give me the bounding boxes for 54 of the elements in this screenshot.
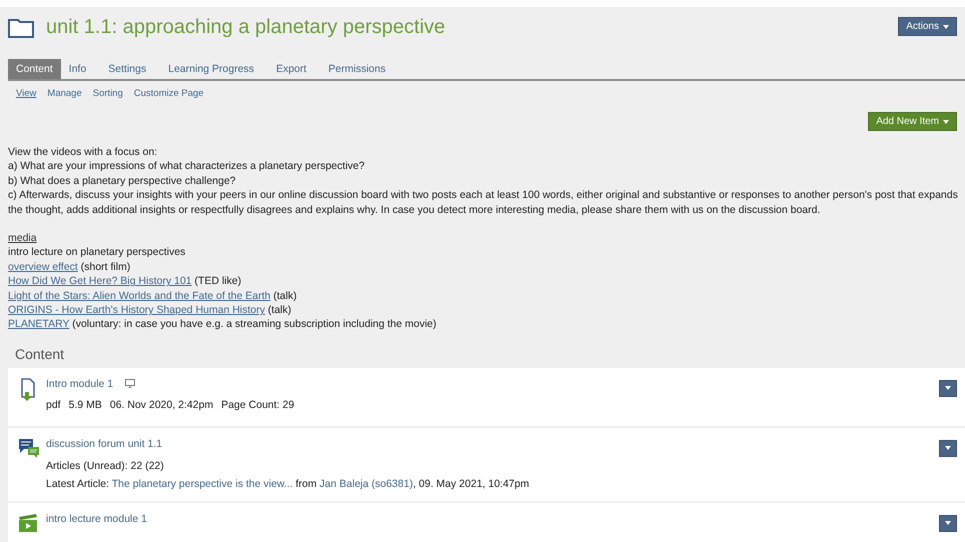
info-link[interactable]: The planetary perspective is the view... bbox=[112, 478, 293, 490]
item-title[interactable]: intro lecture module 1 bbox=[46, 512, 147, 525]
actions-button[interactable]: Actions bbox=[898, 17, 957, 36]
add-new-item-button[interactable]: Add New Item bbox=[868, 112, 957, 131]
folder-icon bbox=[8, 18, 34, 38]
monitor-icon bbox=[125, 379, 136, 388]
media-link[interactable]: Light of the Stars: Alien Worlds and the Fate of the Earth bbox=[8, 290, 270, 302]
item-title[interactable]: discussion forum unit 1.1 bbox=[46, 438, 162, 450]
media-heading[interactable]: media bbox=[8, 232, 37, 244]
caret-icon bbox=[943, 24, 949, 28]
item-actions-button[interactable] bbox=[939, 440, 957, 457]
caret-icon bbox=[945, 386, 951, 390]
file-download-icon bbox=[18, 378, 36, 402]
subtab[interactable]: View bbox=[16, 88, 36, 99]
tab[interactable]: Content bbox=[8, 59, 61, 79]
media-line: ORIGINS - How Earth's History Shaped Human History (talk) bbox=[8, 303, 292, 318]
media-link[interactable]: How Did We Get Here? Big History 101 bbox=[8, 275, 192, 288]
description-text: c) Afterwards, discuss your insights with your peers in our online discussion board with two posts each at least 100 words, either original and substantive or responses to another person's post that expands the thought, adds additional insights or respectfully disagrees and explains why. In case you detect more interesting media, please share them with us on the discussion board. bbox=[8, 188, 959, 218]
subtab[interactable]: Sorting bbox=[92, 88, 123, 99]
tab[interactable]: Permissions bbox=[320, 59, 394, 79]
item-property: 5.9 MB bbox=[68, 398, 102, 411]
item-property: Page Count: 29 bbox=[221, 398, 294, 411]
media-line: intro lecture on planetary perspectives bbox=[8, 245, 186, 260]
description-text: a) What are your impressions of what characterizes a planetary perspective? bbox=[8, 159, 366, 174]
item-info-text: Latest Article: The planetary perspective is the view... from Jan Baleja (so6381), 09. May 2021, 10:47pm bbox=[46, 476, 530, 491]
tab[interactable]: Learning Progress bbox=[160, 59, 262, 79]
tab[interactable]: Info bbox=[60, 59, 94, 79]
caret-icon bbox=[945, 446, 951, 450]
caret-icon bbox=[945, 521, 951, 526]
page-title: unit 1.1: approaching a planetary perspective bbox=[46, 16, 446, 39]
subtab[interactable]: Customize Page bbox=[134, 88, 204, 99]
clapperboard-icon bbox=[18, 512, 38, 533]
media-link[interactable]: PLANETARY bbox=[8, 318, 70, 330]
item-actions-button[interactable] bbox=[939, 380, 957, 397]
tab[interactable]: Settings bbox=[100, 59, 154, 79]
media-line: Light of the Stars: Alien Worlds and the Fate of the Earth (talk) bbox=[8, 288, 298, 304]
item-info-text: Articles (Unread): 22 (22) bbox=[46, 458, 165, 473]
media-link[interactable]: ORIGINS - How Earth's History Shaped Human History bbox=[8, 304, 265, 316]
chat-bubbles-icon bbox=[18, 438, 40, 458]
description-text: b) What does a planetary perspective challenge? bbox=[8, 174, 237, 188]
caret-icon bbox=[943, 120, 949, 124]
item-actions-button[interactable] bbox=[939, 514, 957, 532]
subtab[interactable]: Manage bbox=[47, 88, 82, 99]
tab[interactable]: Export bbox=[268, 59, 314, 79]
section-heading: Content bbox=[15, 346, 66, 362]
media-line: PLANETARY (voluntary: in case you have e.g. a streaming subscription including the movie) bbox=[8, 317, 438, 332]
media-line: overview effect (short film) bbox=[8, 260, 132, 274]
media-line: How Did We Get Here? Big History 101 (TED like) bbox=[8, 274, 242, 289]
item-property: 06. Nov 2020, 2:42pm bbox=[110, 398, 214, 411]
info-link[interactable]: Jan Baleja (so6381) bbox=[320, 478, 413, 490]
item-title[interactable]: Intro module 1 bbox=[46, 378, 114, 390]
item-property: pdf bbox=[46, 398, 61, 411]
description-text: View the videos with a focus on: bbox=[8, 145, 158, 160]
media-link[interactable]: overview effect bbox=[8, 260, 78, 273]
